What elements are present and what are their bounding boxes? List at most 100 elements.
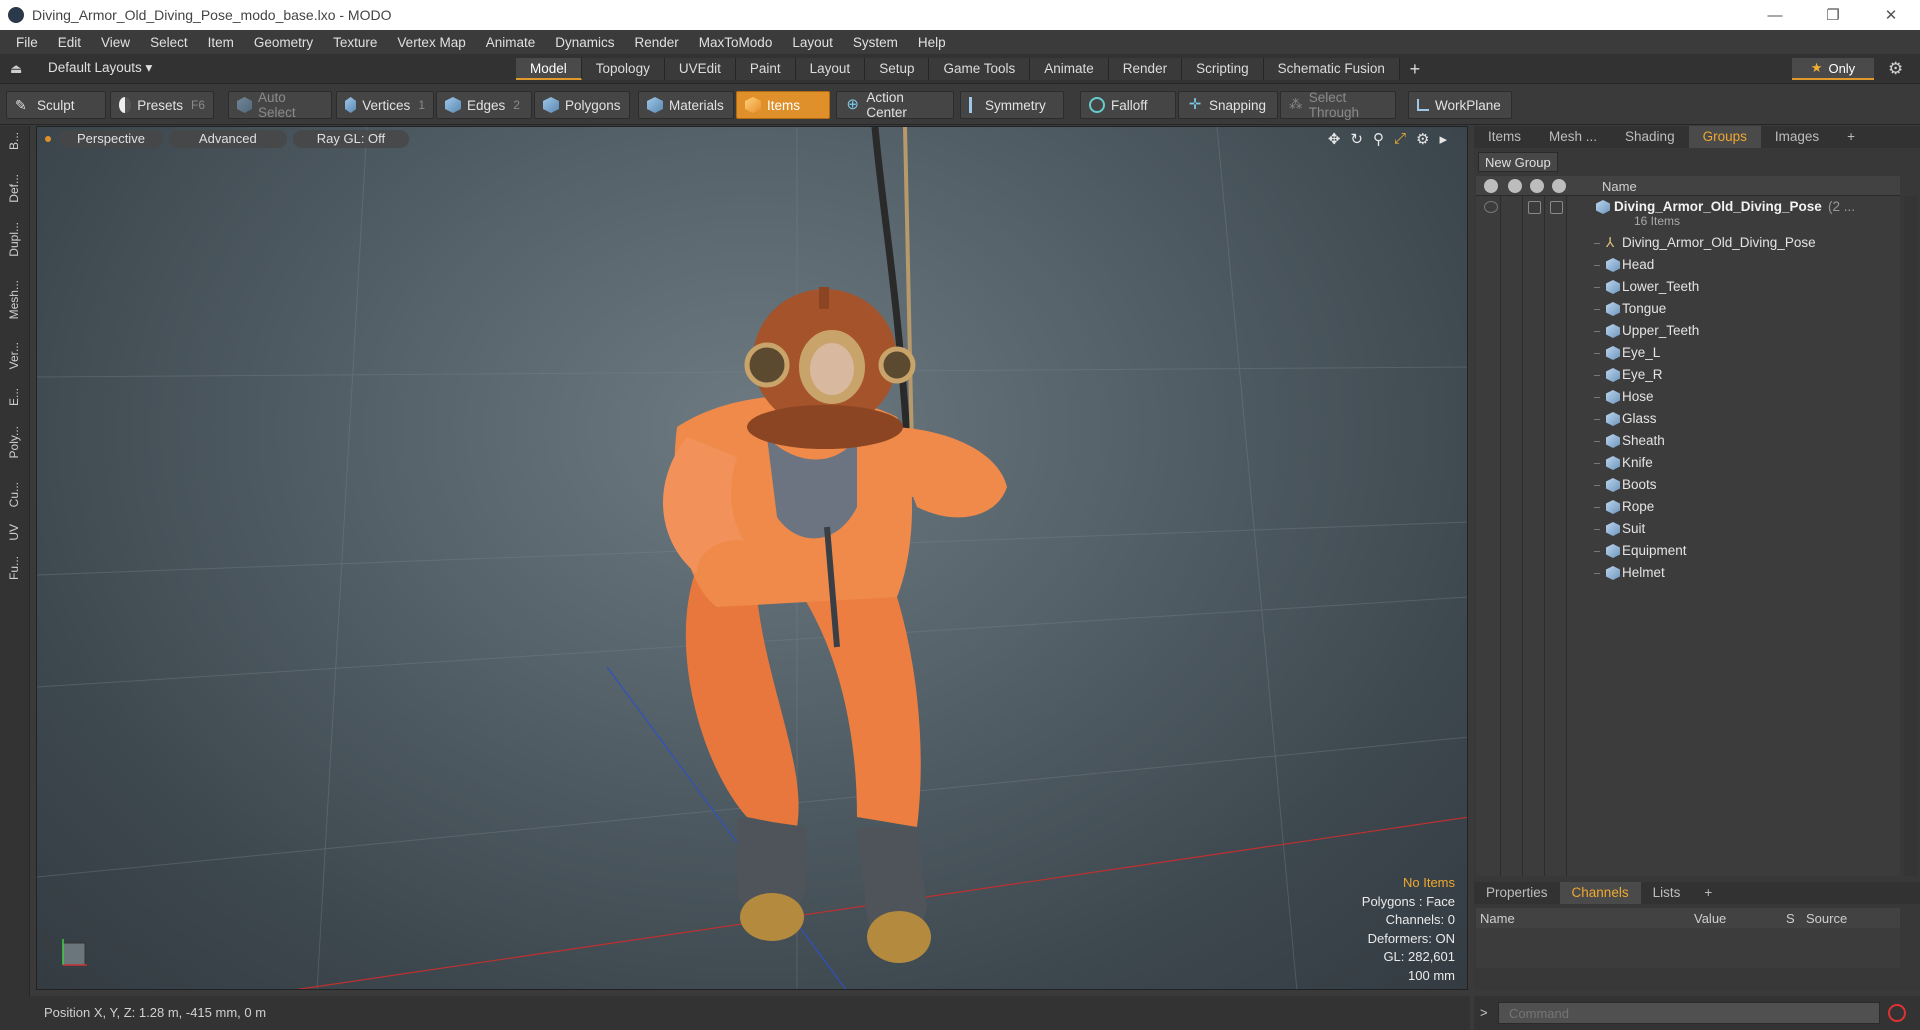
tab-channels[interactable]: Channels — [1559, 882, 1641, 904]
channel-name-header[interactable]: Name — [1480, 911, 1515, 926]
snapping-button[interactable]: ✛ Snapping — [1178, 91, 1278, 119]
left-tab-mesh[interactable]: Mesh... — [7, 280, 23, 319]
tab-uvedit[interactable]: UVEdit — [664, 58, 736, 80]
left-tab-basic[interactable]: B... — [7, 132, 23, 150]
tab-scripting[interactable]: Scripting — [1182, 58, 1264, 80]
list-item[interactable]: Eye_R — [1476, 364, 1900, 386]
left-tab-edge[interactable]: E... — [7, 388, 23, 406]
eye-icon[interactable] — [1484, 201, 1498, 213]
list-item[interactable]: Upper_Teeth — [1476, 320, 1900, 342]
raygl-dropdown[interactable]: Ray GL: Off — [292, 130, 410, 148]
menu-help[interactable]: Help — [908, 35, 956, 50]
tab-render[interactable]: Render — [1108, 58, 1183, 80]
menu-dynamics[interactable]: Dynamics — [545, 35, 624, 50]
menu-animate[interactable]: Animate — [476, 35, 546, 50]
tab-model[interactable]: Model — [516, 58, 582, 80]
groups-scrollbar[interactable] — [1904, 196, 1918, 876]
name-column-header[interactable]: Name — [1602, 179, 1637, 194]
falloff-button[interactable]: Falloff — [1080, 91, 1176, 119]
list-item[interactable]: Knife — [1476, 452, 1900, 474]
menu-geometry[interactable]: Geometry — [244, 35, 323, 50]
lock-column-icon[interactable] — [1530, 179, 1544, 193]
menu-layout[interactable]: Layout — [782, 35, 843, 50]
zoom-icon[interactable]: ⚲ — [1373, 130, 1384, 148]
fit-icon[interactable]: ⤢ — [1394, 130, 1406, 148]
channel-s-header[interactable]: S — [1786, 911, 1795, 926]
presets-button[interactable]: Presets F6 — [110, 91, 214, 119]
select-checkbox[interactable] — [1550, 201, 1563, 214]
action-center-button[interactable]: ⊕ Action Center — [836, 90, 954, 120]
menu-edit[interactable]: Edit — [48, 35, 91, 50]
left-tab-polygon[interactable]: Poly... — [7, 426, 23, 458]
list-item[interactable]: Glass — [1476, 408, 1900, 430]
left-tab-fusion[interactable]: Fu... — [7, 556, 23, 580]
3d-viewport[interactable]: Perspective Advanced Ray GL: Off ✥ ↻ ⚲ ⤢… — [36, 126, 1468, 990]
left-tab-uv[interactable]: UV — [7, 524, 23, 541]
rotate-icon[interactable]: ↻ — [1350, 130, 1363, 148]
expand-icon[interactable]: ▸ — [1439, 130, 1447, 148]
lock-checkbox[interactable] — [1528, 201, 1541, 214]
tab-topology[interactable]: Topology — [581, 58, 665, 80]
add-tab-button[interactable]: + — [1400, 58, 1430, 80]
gear-icon[interactable]: ⚙ — [1888, 59, 1903, 79]
home-icon[interactable]: ⏏ — [10, 61, 26, 77]
polygons-button[interactable]: Polygons — [534, 91, 630, 119]
vertices-button[interactable]: Vertices 1 — [336, 91, 434, 119]
left-tab-vertex[interactable]: Ver... — [7, 342, 23, 369]
add-panel-tab[interactable]: + — [1833, 126, 1869, 148]
tab-items[interactable]: Items — [1474, 126, 1535, 148]
menu-vertex-map[interactable]: Vertex Map — [387, 35, 475, 50]
list-item[interactable]: Equipment — [1476, 540, 1900, 562]
pan-icon[interactable]: ✥ — [1328, 130, 1341, 148]
list-item[interactable]: Sheath — [1476, 430, 1900, 452]
tab-paint[interactable]: Paint — [735, 58, 796, 80]
sculpt-button[interactable]: ✎ Sculpt — [6, 91, 106, 119]
default-layouts-dropdown[interactable]: Default Layouts ▾ — [48, 60, 152, 76]
tab-mesh[interactable]: Mesh ... — [1535, 126, 1611, 148]
materials-button[interactable]: Materials — [638, 91, 734, 119]
close-button[interactable]: ✕ — [1862, 0, 1920, 30]
advanced-dropdown[interactable]: Advanced — [168, 130, 287, 148]
group-root-row[interactable]: Diving_Armor_Old_Diving_Pose (2 ... 16 I… — [1476, 196, 1900, 230]
menu-render[interactable]: Render — [625, 35, 689, 50]
list-item[interactable]: Lower_Teeth — [1476, 276, 1900, 298]
record-icon[interactable] — [1888, 1004, 1906, 1022]
tab-animate[interactable]: Animate — [1030, 58, 1109, 80]
left-tab-duplicate[interactable]: Dupl... — [7, 222, 23, 257]
tab-game-tools[interactable]: Game Tools — [929, 58, 1031, 80]
channel-value-header[interactable]: Value — [1694, 911, 1726, 926]
channel-source-header[interactable]: Source — [1806, 911, 1847, 926]
add-bottom-tab[interactable]: + — [1692, 882, 1724, 904]
edges-button[interactable]: Edges 2 — [436, 91, 532, 119]
viewport-settings-icon[interactable]: ⚙ — [1416, 130, 1429, 148]
tab-layout[interactable]: Layout — [795, 58, 866, 80]
menu-texture[interactable]: Texture — [323, 35, 387, 50]
list-item[interactable]: Boots — [1476, 474, 1900, 496]
tab-lists[interactable]: Lists — [1641, 882, 1693, 904]
render-column-icon[interactable] — [1508, 179, 1522, 193]
list-item[interactable]: Helmet — [1476, 562, 1900, 584]
menu-system[interactable]: System — [843, 35, 908, 50]
tab-setup[interactable]: Setup — [865, 58, 930, 80]
list-item[interactable]: Hose — [1476, 386, 1900, 408]
menu-select[interactable]: Select — [140, 35, 198, 50]
menu-view[interactable]: View — [91, 35, 140, 50]
list-item[interactable]: Tongue — [1476, 298, 1900, 320]
tab-properties[interactable]: Properties — [1474, 882, 1560, 904]
restore-button[interactable]: ❐ — [1804, 0, 1862, 30]
list-item[interactable]: Head — [1476, 254, 1900, 276]
tab-groups[interactable]: Groups — [1688, 126, 1761, 148]
menu-maxtomodo[interactable]: MaxToModo — [689, 35, 783, 50]
list-item[interactable]: Eye_L — [1476, 342, 1900, 364]
tab-shading[interactable]: Shading — [1611, 126, 1689, 148]
left-tab-curve[interactable]: Cu... — [7, 482, 23, 507]
tab-images[interactable]: Images — [1761, 126, 1833, 148]
workplane-button[interactable]: WorkPlane — [1408, 91, 1512, 119]
items-button[interactable]: Items — [736, 91, 830, 119]
viewport-menu-dot[interactable] — [45, 136, 51, 142]
left-tab-deform[interactable]: Def... — [7, 174, 23, 203]
perspective-dropdown[interactable]: Perspective — [59, 130, 163, 148]
symmetry-button[interactable]: Symmetry — [960, 91, 1064, 119]
command-input[interactable] — [1498, 1002, 1880, 1024]
menu-file[interactable]: File — [6, 35, 48, 50]
